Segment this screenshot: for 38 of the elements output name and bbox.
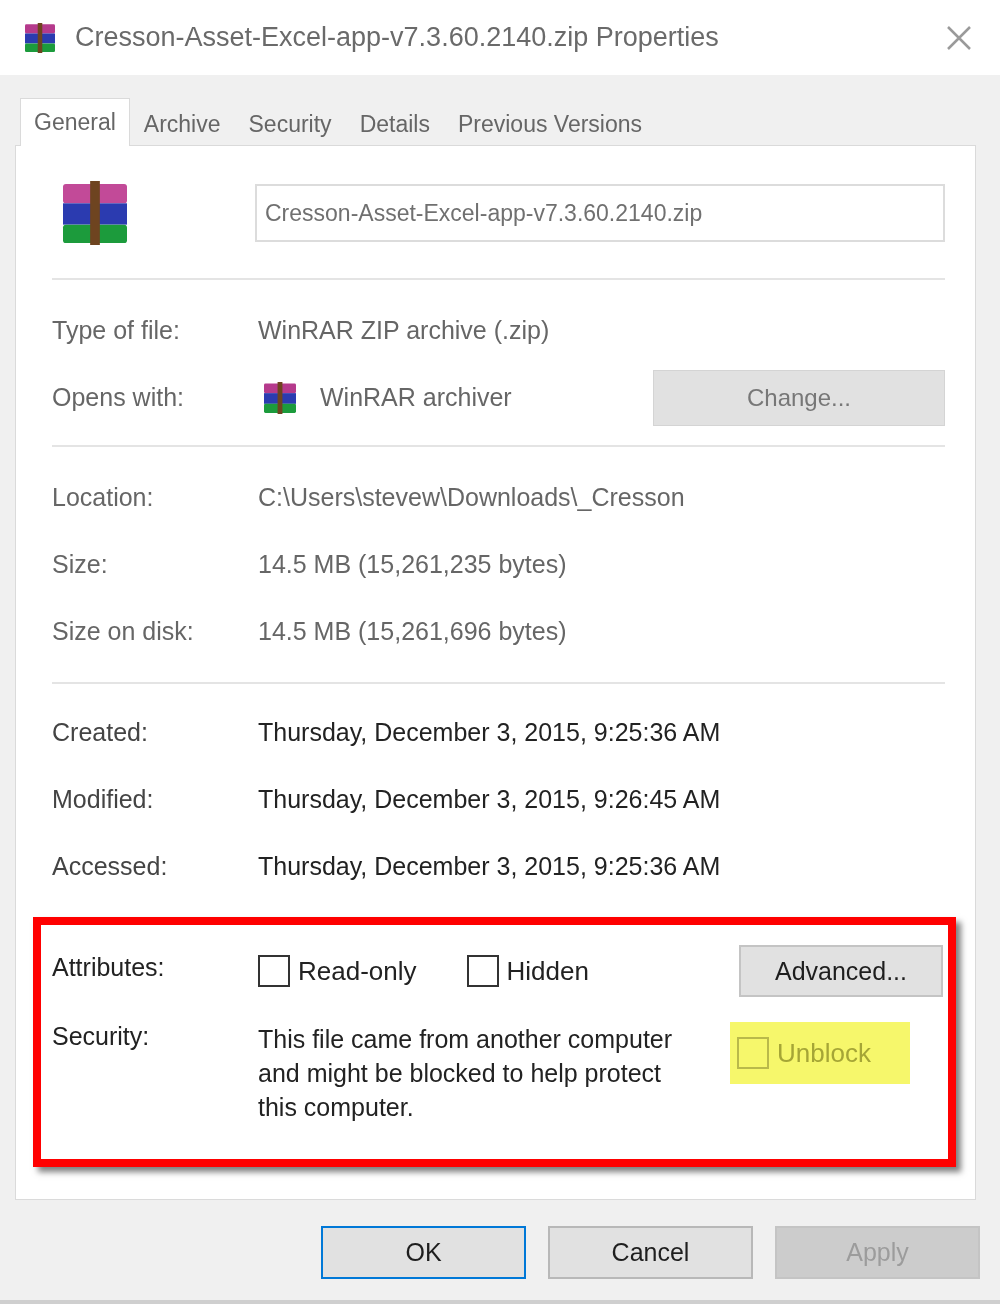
field-label: Attributes: [52, 952, 166, 982]
close-icon[interactable] [946, 24, 972, 51]
field-value: WinRAR ZIP archive (.zip) [258, 316, 550, 345]
advanced-button[interactable]: Advanced... [739, 945, 943, 997]
field-value: Thursday, December 3, 2015, 9:25:36 AM [258, 852, 721, 881]
field-value: 14.5 MB (15,261,235 bytes) [258, 550, 567, 579]
field-label: Size: [52, 550, 108, 579]
field-label: Opens with: [52, 383, 184, 412]
field-label: Accessed: [52, 852, 168, 881]
field-label: Size on disk: [52, 617, 194, 646]
checkbox[interactable] [737, 1037, 769, 1069]
field-label: Security: [52, 1022, 151, 1051]
security-message: This file came from another computer and might be blocked to help protect this computer. [258, 1024, 674, 1123]
field-label: Location: [52, 483, 154, 512]
tab[interactable]: Archive [129, 103, 235, 145]
field-label: Type of file: [52, 316, 180, 345]
dialog-button[interactable]: Cancel [548, 1226, 753, 1279]
checkbox-label[interactable]: Hidden [506, 955, 589, 987]
field-value: C:\Users\stevew\Downloads\_Cresson [258, 483, 685, 512]
field-label: Created: [52, 718, 148, 747]
window-title: Cresson-Asset-Excel-app-v7.3.60.2140.zip Properties [75, 22, 720, 53]
field-value: Thursday, December 3, 2015, 9:25:36 AM [258, 718, 721, 747]
stacked-books-icon [60, 181, 130, 245]
stacked-books-icon [24, 22, 56, 53]
dialog-button[interactable]: OK [321, 1226, 526, 1279]
file-name-field[interactable]: Cresson-Asset-Excel-app-v7.3.60.2140.zip [255, 184, 945, 242]
field-value: 14.5 MB (15,261,696 bytes) [258, 617, 567, 646]
tab[interactable]: Previous Versions [443, 103, 657, 145]
tab[interactable]: Details [345, 103, 444, 145]
checkbox[interactable] [258, 955, 290, 987]
tab[interactable]: Security [234, 103, 346, 145]
field-value: Thursday, December 3, 2015, 9:26:45 AM [258, 785, 721, 814]
field-label: Modified: [52, 785, 154, 814]
checkbox[interactable] [466, 955, 499, 987]
field-value: WinRAR archiver [320, 383, 512, 412]
change-button[interactable]: Change... [653, 369, 945, 426]
checkbox-label[interactable]: Read-only [298, 955, 417, 987]
tab[interactable]: General [20, 98, 130, 146]
